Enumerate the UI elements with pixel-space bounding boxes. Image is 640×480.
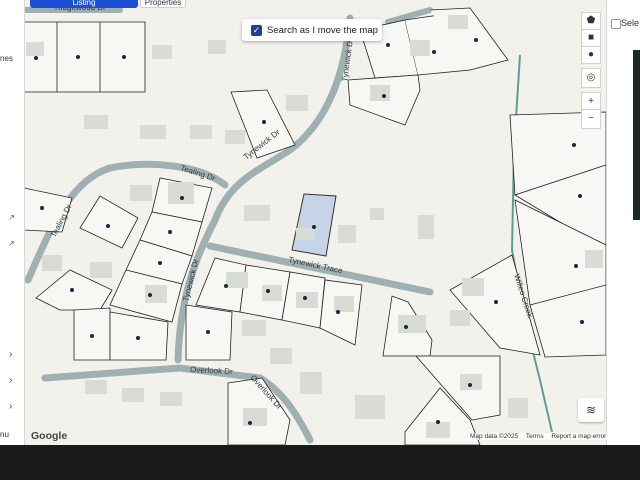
left-panel: nes ↗ ↗ › › › nu — [0, 0, 25, 445]
map-data-text: Map data ©2025 — [470, 433, 519, 440]
draw-circle-icon[interactable]: ● — [581, 46, 601, 64]
draw-rectangle-icon[interactable]: ■ — [581, 29, 601, 47]
zoom-out-button[interactable]: − — [581, 109, 601, 129]
map-attribution: Map data ©2025 Terms Report a map error — [468, 433, 615, 440]
listing-thumbnail[interactable] — [633, 50, 640, 220]
report-map-error-link[interactable]: Report a map error — [551, 433, 606, 440]
road-label-tealing-2: Tealing Dr — [179, 163, 216, 183]
external-link-icon[interactable]: ↗ — [7, 213, 16, 222]
road-label-tynewick-top: Tynewick D — [340, 40, 355, 82]
left-panel-text: nu — [0, 430, 9, 439]
chevron-right-icon[interactable]: › — [9, 350, 12, 360]
external-link-icon[interactable]: ↗ — [7, 239, 16, 248]
location-icon[interactable]: ◎ — [581, 68, 601, 88]
terms-link[interactable]: Terms — [526, 433, 544, 440]
search-as-move-label: Search as I move the map — [267, 24, 378, 36]
checkbox-checked-icon[interactable]: ✓ — [251, 24, 262, 36]
select-checkbox[interactable] — [611, 19, 621, 29]
road-label-tynewick-trace: Tynewick Trace — [288, 255, 344, 275]
road-label-overlook: Overlook Dr — [190, 365, 233, 376]
chevron-right-icon[interactable]: › — [9, 402, 12, 412]
left-panel-text: nes — [0, 54, 13, 63]
map[interactable]: Ridgewood Dr Tealing Dr Tealing Dr Tynew… — [24, 0, 606, 445]
right-panel: Sele — [606, 0, 640, 445]
layers-icon[interactable]: ≋ — [578, 398, 604, 422]
draw-polygon-icon[interactable]: ⬟ — [581, 12, 601, 30]
search-as-move-toggle[interactable]: ✓ Search as I move the map — [242, 19, 382, 41]
bottom-bar — [0, 445, 640, 480]
tab-properties[interactable]: Properties — [140, 0, 186, 8]
chevron-right-icon[interactable]: › — [9, 376, 12, 386]
google-logo: Google — [31, 430, 68, 442]
select-label: Sele — [621, 18, 640, 28]
screen: Listing Properties nes ↗ ↗ › › › nu Teal… — [0, 0, 640, 445]
tab-listing[interactable]: Listing — [30, 0, 138, 8]
